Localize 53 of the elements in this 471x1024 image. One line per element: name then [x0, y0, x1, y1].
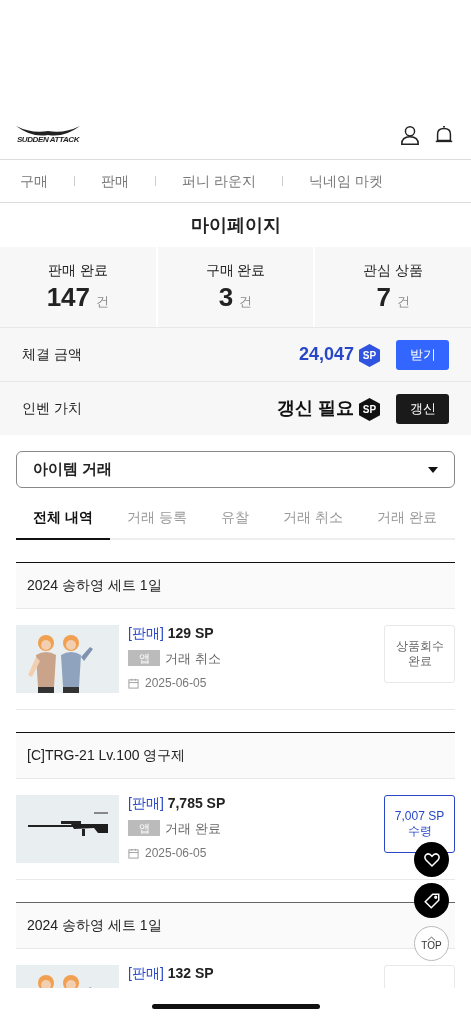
page-title: 마이페이지	[189, 213, 282, 237]
sp-badge: SP	[359, 398, 380, 421]
summary-label: 체결 금액	[22, 345, 82, 364]
stat-label: 관심 상품	[363, 261, 424, 281]
summary-value: 24,047	[298, 343, 354, 366]
tab[interactable]: 전체 내역	[16, 496, 110, 540]
nav-link[interactable]: 구매	[20, 170, 48, 192]
tab[interactable]: 거래 완료	[359, 496, 454, 540]
trade-type: [판매]	[128, 625, 164, 641]
logo[interactable]: SUDDEN ATTACK	[16, 125, 80, 144]
stat-label: 판매 완료	[47, 261, 108, 281]
stat-value: 147	[46, 281, 90, 314]
item-status: 거래 취소	[165, 649, 221, 668]
chevron-up-icon	[427, 936, 436, 941]
item-price: 132 SP	[167, 965, 214, 981]
stat-unit: 건	[239, 293, 253, 312]
app-tag: 앱	[128, 820, 160, 837]
heart-icon	[422, 850, 441, 869]
heart-button[interactable]	[414, 842, 449, 877]
item-price: 129 SP	[167, 625, 214, 641]
tab[interactable]: 거래 취소	[265, 496, 360, 540]
tab[interactable]: 유찰	[203, 496, 266, 540]
app-tag: 앱	[128, 650, 160, 667]
user-icon[interactable]	[399, 123, 421, 146]
item-header: 2024 송하영 세트 1일	[16, 562, 455, 609]
item-price: 7,785 SP	[167, 795, 226, 811]
nav-link[interactable]: 닉네임 마켓	[308, 170, 383, 192]
item-date: 2025-06-05	[145, 845, 207, 862]
summary-label: 인벤 가치	[22, 399, 82, 418]
status-button[interactable]: 상품회수 완료	[384, 625, 455, 683]
item-date: 2025-06-05	[145, 675, 207, 692]
item-status: 거래 완료	[165, 819, 221, 838]
summary-value: 갱신 필요	[277, 397, 354, 420]
calendar-icon	[128, 677, 139, 689]
wings-icon	[16, 125, 80, 136]
stat-unit: 건	[96, 293, 109, 312]
trade-type: [판매]	[128, 795, 164, 811]
select-field[interactable]: 아이템 거래	[16, 451, 455, 488]
caret-icon	[428, 466, 438, 473]
calendar-icon	[128, 847, 139, 859]
nav-link[interactable]: 판매	[101, 170, 129, 192]
refresh-button[interactable]: 갱신	[396, 393, 449, 424]
stat-label: 구매 완료	[205, 261, 266, 281]
stat-unit: 건	[396, 293, 410, 312]
trade-type: [판매]	[128, 965, 164, 981]
tab[interactable]: 거래 등록	[109, 496, 204, 540]
item-header: [C]TRG-21 Lv.100 영구제	[16, 732, 455, 779]
stat-value: 7	[376, 281, 391, 314]
sp-badge: SP	[359, 344, 380, 367]
receive-button[interactable]: 받기	[396, 339, 449, 370]
tag-icon	[422, 891, 441, 910]
stat-value: 3	[218, 281, 234, 314]
nav-link[interactable]: 퍼니 라운지	[182, 170, 256, 192]
